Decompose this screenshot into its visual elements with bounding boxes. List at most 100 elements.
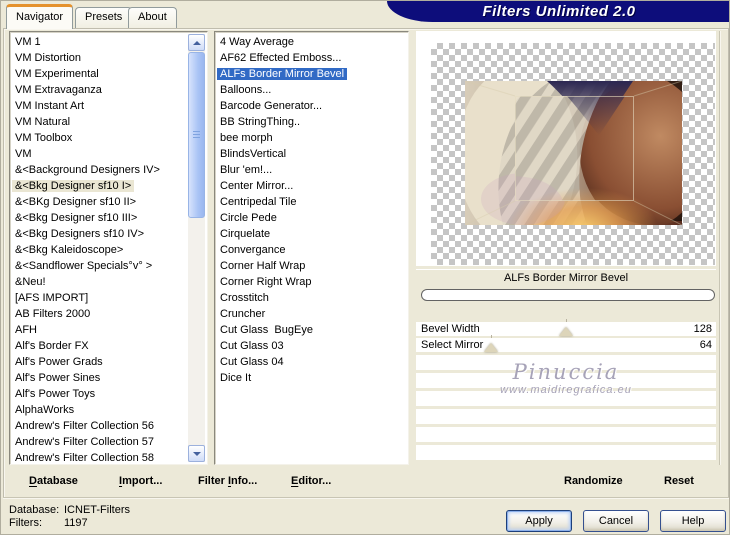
slider-thumb[interactable]	[559, 327, 573, 336]
list-item-label: Alf's Power Grads	[15, 356, 103, 368]
list-item[interactable]: VM	[12, 146, 188, 162]
scroll-down-button[interactable]	[188, 445, 205, 462]
list-item[interactable]: Cruncher	[217, 306, 408, 322]
list-item[interactable]: &<Background Designers IV>	[12, 162, 188, 178]
list-item-label: Cruncher	[220, 308, 266, 320]
list-item-label: Balloons...	[220, 84, 272, 96]
list-item[interactable]: AlphaWorks	[12, 402, 188, 418]
list-item[interactable]: [AFS IMPORT]	[12, 290, 188, 306]
list-item-label: VM 1	[15, 36, 41, 48]
list-item[interactable]: &<Bkg Designer sf10 III>	[12, 210, 188, 226]
list-item[interactable]: VM Extravaganza	[12, 82, 188, 98]
toolbar-button-reset[interactable]: Reset	[664, 475, 694, 487]
category-list: VM 1 VM Distortion VM Experimental VM Extra…	[9, 31, 208, 465]
list-item[interactable]: Dice It	[217, 370, 408, 386]
list-item[interactable]: 4 Way Average	[217, 34, 408, 50]
list-item[interactable]: &Neu!	[12, 274, 188, 290]
list-item[interactable]: Balloons...	[217, 82, 408, 98]
list-item-label: VM Extravaganza	[15, 84, 102, 96]
scroll-up-button[interactable]	[188, 34, 205, 51]
title-banner: Filters Unlimited 2.0	[387, 1, 729, 22]
toolbar-button-editor[interactable]: Editor...	[291, 475, 331, 487]
list-item[interactable]: &<Bkg Designer sf10 I>	[12, 178, 188, 194]
list-item[interactable]: Corner Right Wrap	[217, 274, 408, 290]
list-item[interactable]: &<Sandflower Specials°v° >	[12, 258, 188, 274]
help-button[interactable]: Help	[660, 510, 726, 532]
list-item[interactable]: AFH	[12, 322, 188, 338]
list-item[interactable]: VM Distortion	[12, 50, 188, 66]
slider-track[interactable]: Select Mirror 64	[416, 335, 716, 352]
list-item[interactable]: Circle Pede	[217, 210, 408, 226]
arrow-down-icon	[192, 451, 201, 456]
list-item[interactable]: Convergance	[217, 242, 408, 258]
list-item[interactable]: BlindsVertical	[217, 146, 408, 162]
slider-thumb[interactable]	[484, 343, 498, 352]
scrollbar-thumb[interactable]	[188, 52, 205, 218]
list-item[interactable]: Barcode Generator...	[217, 98, 408, 114]
empty-parameter-row	[416, 355, 716, 370]
list-item[interactable]: VM 1	[12, 34, 188, 50]
list-item[interactable]: AB Filters 2000	[12, 306, 188, 322]
list-item-label: Centripedal Tile	[220, 196, 297, 208]
empty-parameter-row	[416, 373, 716, 388]
status-value: 1197	[64, 517, 88, 529]
list-item[interactable]: Cut Glass 04	[217, 354, 408, 370]
list-item-label: &<BKg Designer sf10 II>	[15, 196, 137, 208]
slider-tick	[491, 335, 492, 338]
toolbar-button-import[interactable]: Import...	[119, 475, 162, 487]
toolbar-button-randomize[interactable]: Randomize	[564, 475, 623, 487]
list-item[interactable]: Corner Half Wrap	[217, 258, 408, 274]
list-item[interactable]: bee morph	[217, 130, 408, 146]
list-item[interactable]: ALFs Border Mirror Bevel	[217, 66, 408, 82]
list-item-label: VM	[15, 148, 32, 160]
preview-image	[465, 81, 682, 225]
slider-track[interactable]: Bevel Width 128	[416, 319, 716, 336]
list-item-label: Cirquelate	[220, 228, 271, 240]
list-item[interactable]: Blur 'em!...	[217, 162, 408, 178]
tab-navigator[interactable]: Navigator	[6, 4, 74, 29]
category-scrollbar[interactable]	[188, 34, 205, 462]
list-item[interactable]: &<BKg Designer sf10 II>	[12, 194, 188, 210]
status-label: Database:	[9, 504, 60, 516]
list-item[interactable]: Crosstitch	[217, 290, 408, 306]
list-item[interactable]: &<Bkg Kaleidoscope>	[12, 242, 188, 258]
list-item[interactable]: Alf's Power Sines	[12, 370, 188, 386]
status-value: ICNET-Filters	[64, 504, 130, 516]
list-item[interactable]: VM Toolbox	[12, 130, 188, 146]
list-item[interactable]: VM Instant Art	[12, 98, 188, 114]
list-item[interactable]: Cirquelate	[217, 226, 408, 242]
list-item[interactable]: VM Experimental	[12, 66, 188, 82]
dialog-buttons: Apply Cancel Help	[506, 510, 726, 532]
list-item[interactable]: Andrew's Filter Collection 57	[12, 434, 188, 450]
list-item[interactable]: Cut Glass 03	[217, 338, 408, 354]
list-item[interactable]: VM Natural	[12, 114, 188, 130]
list-item-label: bee morph	[220, 132, 273, 144]
slider-value: 64	[699, 339, 712, 351]
toolbar-button-database[interactable]: Database	[29, 475, 78, 487]
apply-button[interactable]: Apply	[506, 510, 572, 532]
list-item[interactable]: Alf's Power Toys	[12, 386, 188, 402]
list-item-label: AF62 Effected Emboss...	[220, 52, 342, 64]
list-item[interactable]: Andrew's Filter Collection 58	[12, 450, 188, 464]
list-item[interactable]: AF62 Effected Emboss...	[217, 50, 408, 66]
list-item[interactable]: Centripedal Tile	[217, 194, 408, 210]
list-item-label: VM Toolbox	[15, 132, 73, 144]
tab-about[interactable]: About	[128, 7, 177, 28]
list-item[interactable]: BB StringThing..	[217, 114, 408, 130]
cancel-button[interactable]: Cancel	[583, 510, 649, 532]
filters-unlimited-window: Filters Unlimited 2.0 Navigator Presets …	[0, 0, 730, 535]
arrow-up-icon	[192, 40, 201, 45]
list-item[interactable]: &<Bkg Designers sf10 IV>	[12, 226, 188, 242]
list-item[interactable]: Andrew's Filter Collection 56	[12, 418, 188, 434]
list-item[interactable]: Alf's Border FX	[12, 338, 188, 354]
list-item-label: Alf's Power Toys	[15, 388, 96, 400]
list-item-label: Barcode Generator...	[220, 100, 323, 112]
list-item[interactable]: Alf's Power Grads	[12, 354, 188, 370]
toolbar-button-filter-info[interactable]: Filter Info...	[198, 475, 257, 487]
list-item[interactable]: Center Mirror...	[217, 178, 408, 194]
list-item-label: Center Mirror...	[220, 180, 294, 192]
list-item[interactable]: Cut Glass BugEye	[217, 322, 408, 338]
tab-presets[interactable]: Presets	[75, 7, 133, 28]
list-item-label: ALFs Border Mirror Bevel	[217, 68, 348, 80]
list-item-label: AB Filters 2000	[15, 308, 91, 320]
